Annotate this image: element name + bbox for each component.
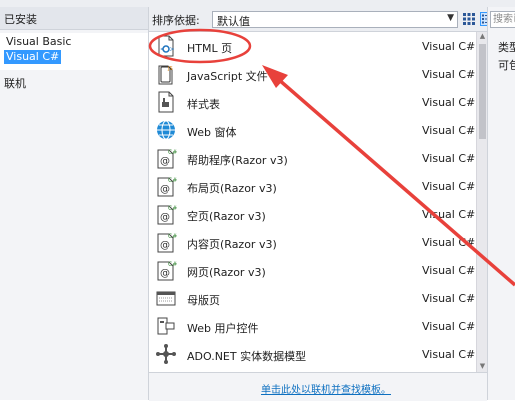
stylesheet-icon [155, 91, 177, 113]
scrollbar-thumb[interactable] [479, 44, 486, 139]
scroll-down-icon[interactable]: ▼ [478, 362, 487, 372]
svg-text:JS: JS [167, 66, 173, 72]
item-name: JavaScript 文件 [187, 70, 268, 83]
list-item[interactable]: @ C# 空页(Razor v3) Visual C# [149, 200, 476, 228]
svg-text:>: > [170, 46, 175, 53]
installed-header[interactable]: 已安装 [0, 7, 148, 30]
language-tree: Visual Basic Visual C# [0, 33, 148, 70]
master-page-icon [155, 287, 177, 309]
sort-by-dropdown[interactable]: 默认值 ▼ [212, 11, 458, 28]
item-language: Visual C# [422, 96, 476, 109]
details-type-label: 类型 [498, 41, 515, 54]
tree-item-visual-csharp[interactable]: Visual C# [4, 50, 62, 64]
item-name: 样式表 [187, 98, 220, 111]
list-item[interactable]: JS JavaScript 文件 Visual C# [149, 60, 476, 88]
list-item[interactable]: @ C# 网页(Razor v3) Visual C# [149, 256, 476, 284]
svg-text:C#: C# [168, 205, 177, 212]
item-name: 网页(Razor v3) [187, 266, 266, 279]
sort-by-label: 排序依据: [152, 14, 200, 27]
svg-text:C#: C# [168, 177, 177, 184]
web-user-control-icon [155, 315, 177, 337]
small-icons-view-icon[interactable] [462, 12, 476, 26]
item-language: Visual C# [422, 348, 476, 361]
item-language: Visual C# [422, 68, 476, 81]
razor-content-page-icon: @ C# [155, 231, 177, 253]
item-language: Visual C# [422, 320, 476, 333]
list-item[interactable]: Web 用户控件 Visual C# [149, 312, 476, 340]
item-language: Visual C# [422, 264, 476, 277]
find-templates-online-link[interactable]: 单击此处以联机并查找模板。 [261, 381, 391, 396]
item-name: Web 用户控件 [187, 322, 259, 335]
item-name: 空页(Razor v3) [187, 210, 266, 223]
item-language: Visual C# [422, 208, 476, 221]
item-language: Visual C# [422, 40, 476, 53]
svg-text:<: < [160, 46, 165, 53]
item-name: 内容页(Razor v3) [187, 238, 277, 251]
list-item[interactable]: Web 窗体 Visual C# [149, 116, 476, 144]
chevron-down-icon: ▼ [447, 13, 454, 23]
item-name: 布局页(Razor v3) [187, 182, 277, 195]
item-name: ADO.NET 实体数据模型 [187, 350, 307, 363]
item-language: Visual C# [422, 292, 476, 305]
item-language: Visual C# [422, 180, 476, 193]
details-description: 可包 [498, 59, 515, 72]
sort-by-value: 默认值 [217, 15, 250, 28]
javascript-file-icon: JS [155, 63, 177, 85]
razor-helper-icon: @ C# [155, 147, 177, 169]
tree-item-visual-basic[interactable]: Visual Basic [4, 35, 73, 49]
svg-text:C#: C# [168, 233, 177, 240]
svg-text:@: @ [160, 184, 170, 195]
svg-text:@: @ [160, 240, 170, 251]
scroll-up-icon[interactable]: ▲ [478, 32, 487, 42]
item-name: 母版页 [187, 294, 220, 307]
item-name: Web 窗体 [187, 126, 237, 139]
online-link-bar: 单击此处以联机并查找模板。 [149, 372, 487, 401]
details-panel: 搜索已 类型 可包 [487, 7, 515, 400]
item-language: Visual C# [422, 236, 476, 249]
svg-text:@: @ [160, 212, 170, 223]
sort-toolbar: 排序依据: 默认值 ▼ [149, 7, 494, 32]
svg-text:C#: C# [168, 261, 177, 268]
svg-text:@: @ [160, 156, 170, 167]
online-node[interactable]: 联机 [4, 75, 26, 91]
list-item[interactable]: 样式表 Visual C# [149, 88, 476, 116]
template-category-panel: 已安装 Visual Basic Visual C# 联机 [0, 7, 149, 400]
razor-web-page-icon: @ C# [155, 259, 177, 281]
svg-text:@: @ [160, 268, 170, 279]
list-item[interactable]: < > HTML 页 Visual C# [149, 32, 476, 60]
ado-net-model-icon [155, 343, 177, 365]
web-form-icon [155, 119, 177, 141]
list-item[interactable]: 母版页 Visual C# [149, 284, 476, 312]
template-list: < > HTML 页 Visual C# JS JavaScript 文件 Vis… [149, 32, 476, 372]
item-language: Visual C# [422, 124, 476, 137]
razor-layout-icon: @ C# [155, 175, 177, 197]
list-item[interactable]: @ C# 布局页(Razor v3) Visual C# [149, 172, 476, 200]
list-item[interactable]: @ C# 内容页(Razor v3) Visual C# [149, 228, 476, 256]
search-input[interactable]: 搜索已 [490, 11, 515, 28]
list-item[interactable]: @ C# 帮助程序(Razor v3) Visual C# [149, 144, 476, 172]
list-item[interactable]: ADO.NET 实体数据模型 Visual C# [149, 340, 476, 368]
razor-empty-page-icon: @ C# [155, 203, 177, 225]
window-top-strip [0, 0, 515, 7]
installed-label: 已安装 [4, 13, 37, 26]
item-name: HTML 页 [187, 42, 233, 55]
item-name: 帮助程序(Razor v3) [187, 154, 288, 167]
item-language: Visual C# [422, 152, 476, 165]
html-page-icon: < > [155, 35, 177, 57]
svg-text:C#: C# [168, 149, 177, 156]
